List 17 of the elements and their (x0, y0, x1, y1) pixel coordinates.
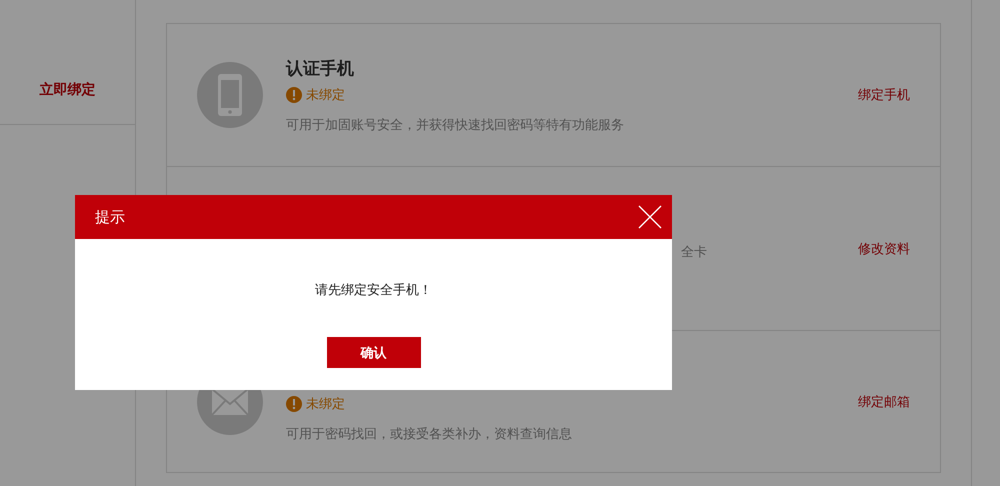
item-title: 认证手机 (286, 58, 355, 80)
action-link[interactable]: 绑定手机 (858, 86, 910, 104)
dialog-title: 提示 (95, 208, 125, 226)
item-description: 可用于密码找回，或接受各类补办，资料查询信息 (286, 426, 573, 442)
status-text: 未绑定 (306, 86, 345, 104)
action-link[interactable]: 绑定邮箱 (858, 392, 910, 410)
sidebar-link[interactable]: 立即绑定 (0, 0, 135, 125)
item-description: 可用于加固账号安全，并获得快速找回密码等特有功能服务 (286, 116, 625, 134)
warning-icon (286, 396, 302, 412)
action-link[interactable]: 修改资料 (858, 240, 910, 258)
item-description: 全卡 (681, 244, 708, 260)
dialog-message: 请先绑定安全手机！ (315, 282, 432, 299)
close-button[interactable] (638, 205, 662, 229)
confirm-button[interactable]: 确认 (326, 337, 420, 368)
warning-icon (286, 86, 302, 102)
status-text: 未绑定 (306, 396, 345, 412)
phone-icon (197, 62, 263, 128)
